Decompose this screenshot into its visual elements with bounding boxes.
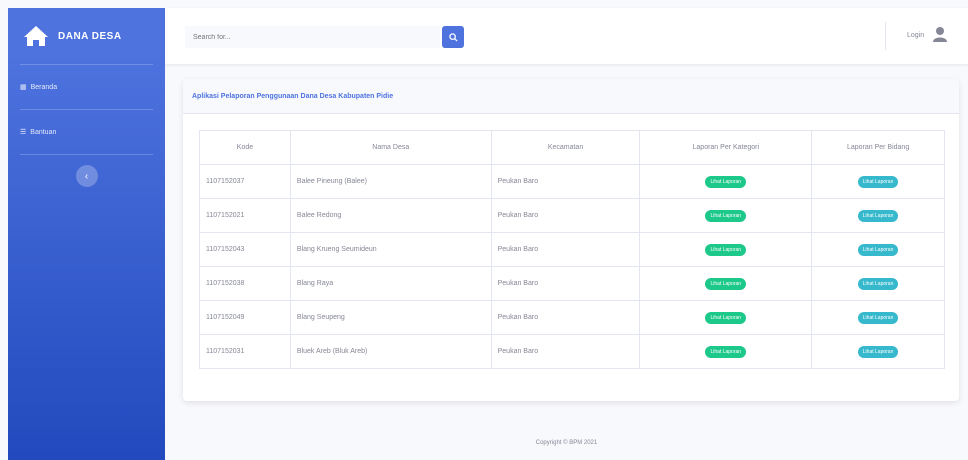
sidebar-item-label: Beranda [30, 83, 58, 91]
brand-name: DANA DESA [58, 30, 122, 42]
column-header-kecamatan: Kecamatan [490, 130, 641, 165]
card-title: Aplikasi Pelaporan Penggunaan Dana Desa … [192, 92, 394, 100]
search-input[interactable] [185, 26, 440, 48]
column-header-nama-desa: Nama Desa [289, 130, 492, 165]
table-row: 1107152049 Blang Seupeng Peukan Baro Lih… [199, 300, 945, 335]
user-name[interactable]: Login [907, 32, 924, 39]
cell-nama-desa: Blang Seupeng [289, 300, 492, 335]
user-avatar-icon[interactable] [930, 24, 950, 44]
sidebar-item-beranda[interactable]: ▦ Beranda [8, 65, 165, 109]
cell-nama-desa: Blang Raya [289, 266, 492, 301]
cell-laporan-bidang: Lihat Laporan [811, 164, 945, 199]
cell-laporan-bidang: Lihat Laporan [811, 300, 945, 335]
sidebar-item-label: Bantuan [30, 128, 57, 136]
cell-laporan-bidang: Lihat Laporan [811, 334, 945, 369]
cell-kode: 1107152037 [199, 164, 291, 199]
cell-kecamatan: Peukan Baro [490, 334, 641, 369]
dashboard-icon: ▦ [20, 84, 27, 91]
cell-laporan-bidang: Lihat Laporan [811, 232, 945, 267]
cell-kecamatan: Peukan Baro [490, 198, 641, 233]
lihat-laporan-bidang-button[interactable]: Lihat Laporan [857, 345, 899, 358]
topbar-divider [885, 22, 886, 50]
column-header-kode: Kode [199, 130, 291, 165]
search-icon [448, 32, 458, 42]
cell-kecamatan: Peukan Baro [490, 266, 641, 301]
cell-laporan-kategori: Lihat Laporan [639, 198, 813, 233]
cell-nama-desa: Blang Krueng Seumideun [289, 232, 492, 267]
cell-laporan-kategori: Lihat Laporan [639, 300, 813, 335]
cell-kode: 1107152049 [199, 300, 291, 335]
lihat-laporan-bidang-button[interactable]: Lihat Laporan [857, 277, 899, 290]
table-row: 1107152038 Blang Raya Peukan Baro Lihat … [199, 266, 945, 301]
cell-kecamatan: Peukan Baro [490, 232, 641, 267]
lihat-laporan-bidang-button[interactable]: Lihat Laporan [857, 243, 899, 256]
sidebar-toggle-button[interactable]: ‹ [75, 165, 98, 187]
lihat-laporan-kategori-button[interactable]: Lihat Laporan [705, 175, 747, 188]
column-header-laporan-bidang: Laporan Per Bidang [811, 130, 945, 165]
table-row: 1107152037 Balee Pineung (Balee) Peukan … [199, 164, 945, 199]
lihat-laporan-bidang-button[interactable]: Lihat Laporan [857, 209, 899, 222]
table-row: 1107152031 Bluek Areb (Bluk Areb) Peukan… [199, 334, 945, 369]
sidebar-brand[interactable]: DANA DESA [8, 8, 165, 64]
lihat-laporan-kategori-button[interactable]: Lihat Laporan [705, 277, 747, 290]
cell-laporan-bidang: Lihat Laporan [811, 266, 945, 301]
cell-laporan-kategori: Lihat Laporan [639, 266, 813, 301]
lihat-laporan-kategori-button[interactable]: Lihat Laporan [705, 345, 747, 358]
topbar: Login [165, 8, 968, 64]
cell-nama-desa: Bluek Areb (Bluk Areb) [289, 334, 492, 369]
sidebar-divider [20, 154, 153, 155]
search-button[interactable] [442, 26, 464, 48]
card-header: Aplikasi Pelaporan Penggunaan Dana Desa … [183, 79, 959, 114]
cell-kode: 1107152021 [199, 198, 291, 233]
cell-laporan-kategori: Lihat Laporan [639, 232, 813, 267]
cell-kecamatan: Peukan Baro [490, 164, 641, 199]
cell-laporan-bidang: Lihat Laporan [811, 198, 945, 233]
column-header-laporan-kategori: Laporan Per Kategori [639, 130, 813, 165]
cell-kode: 1107152038 [199, 266, 291, 301]
cell-laporan-kategori: Lihat Laporan [639, 334, 813, 369]
report-card: Aplikasi Pelaporan Penggunaan Dana Desa … [183, 79, 959, 401]
sidebar-item-bantuan[interactable]: ☰ Bantuan [8, 110, 165, 154]
chevron-left-icon: ‹ [84, 170, 89, 182]
footer-copyright: Copyright © BPM 2021 [535, 440, 598, 446]
lihat-laporan-kategori-button[interactable]: Lihat Laporan [705, 243, 747, 256]
village-table: Kode Nama Desa Kecamatan Laporan Per Kat… [199, 130, 945, 369]
cell-kecamatan: Peukan Baro [490, 300, 641, 335]
cell-laporan-kategori: Lihat Laporan [639, 164, 813, 199]
cell-kode: 1107152031 [199, 334, 291, 369]
table-header-row: Kode Nama Desa Kecamatan Laporan Per Kat… [199, 130, 945, 165]
lihat-laporan-bidang-button[interactable]: Lihat Laporan [857, 175, 899, 188]
home-icon [22, 22, 50, 50]
table-row: 1107152043 Blang Krueng Seumideun Peukan… [199, 232, 945, 267]
lihat-laporan-kategori-button[interactable]: Lihat Laporan [705, 311, 747, 324]
lihat-laporan-bidang-button[interactable]: Lihat Laporan [857, 311, 899, 324]
cell-nama-desa: Balee Redong [289, 198, 492, 233]
cell-kode: 1107152043 [199, 232, 291, 267]
sidebar: DANA DESA ▦ Beranda ☰ Bantuan ‹ [8, 8, 165, 460]
table-row: 1107152021 Balee Redong Peukan Baro Liha… [199, 198, 945, 233]
cell-nama-desa: Balee Pineung (Balee) [289, 164, 492, 199]
lihat-laporan-kategori-button[interactable]: Lihat Laporan [705, 209, 747, 222]
list-icon: ☰ [20, 129, 27, 136]
